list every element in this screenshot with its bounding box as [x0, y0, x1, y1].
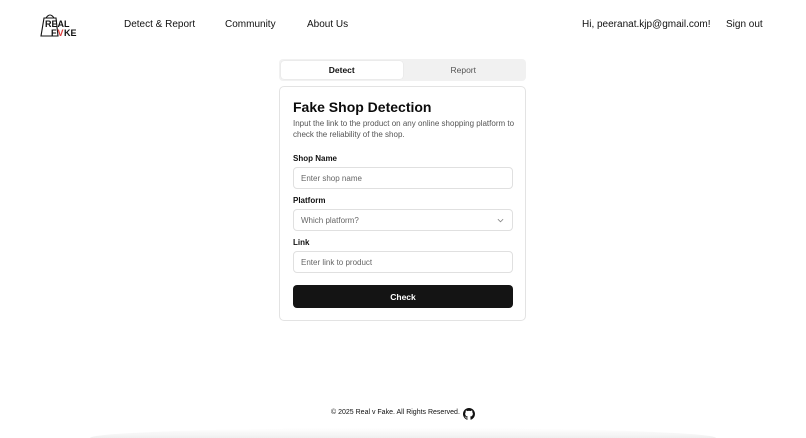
user-greeting: Hi, peeranat.kjp@gmail.com!: [582, 19, 711, 30]
card-title: Fake Shop Detection: [293, 99, 432, 115]
svg-text:F: F: [51, 28, 57, 38]
platform-select-value: Which platform?: [301, 215, 359, 225]
shop-name-input[interactable]: [293, 167, 513, 189]
footer: © 2025 Real v Fake. All Rights Reserved.: [0, 408, 806, 420]
top-nav: REAL F V KE Detect & Report Community Ab…: [0, 0, 806, 50]
copyright-text: © 2025 Real v Fake. All Rights Reserved.: [331, 409, 460, 416]
nav-community[interactable]: Community: [225, 19, 276, 30]
sign-out-link[interactable]: Sign out: [726, 19, 763, 30]
check-button[interactable]: Check: [293, 285, 513, 308]
link-label: Link: [293, 238, 310, 247]
shop-name-label: Shop Name: [293, 154, 338, 163]
detect-report-tabs: Detect Report: [279, 59, 526, 81]
github-icon[interactable]: [463, 408, 475, 420]
real-fake-logo[interactable]: REAL F V KE: [38, 12, 80, 38]
card-description: Input the link to the product on any onl…: [293, 119, 515, 139]
tab-report[interactable]: Report: [403, 61, 525, 79]
fake-shop-detection-card: Fake Shop Detection Input the link to th…: [279, 86, 526, 321]
bottom-edge-shadow: [90, 428, 716, 438]
nav-detect-report[interactable]: Detect & Report: [124, 19, 195, 30]
svg-text:KE: KE: [64, 28, 77, 38]
tab-detect[interactable]: Detect: [281, 61, 403, 79]
svg-text:V: V: [58, 28, 64, 38]
platform-label: Platform: [293, 196, 326, 205]
nav-about-us[interactable]: About Us: [307, 19, 348, 30]
platform-select[interactable]: Which platform?: [293, 209, 513, 231]
chevron-down-icon: [497, 218, 504, 223]
product-link-input[interactable]: [293, 251, 513, 273]
